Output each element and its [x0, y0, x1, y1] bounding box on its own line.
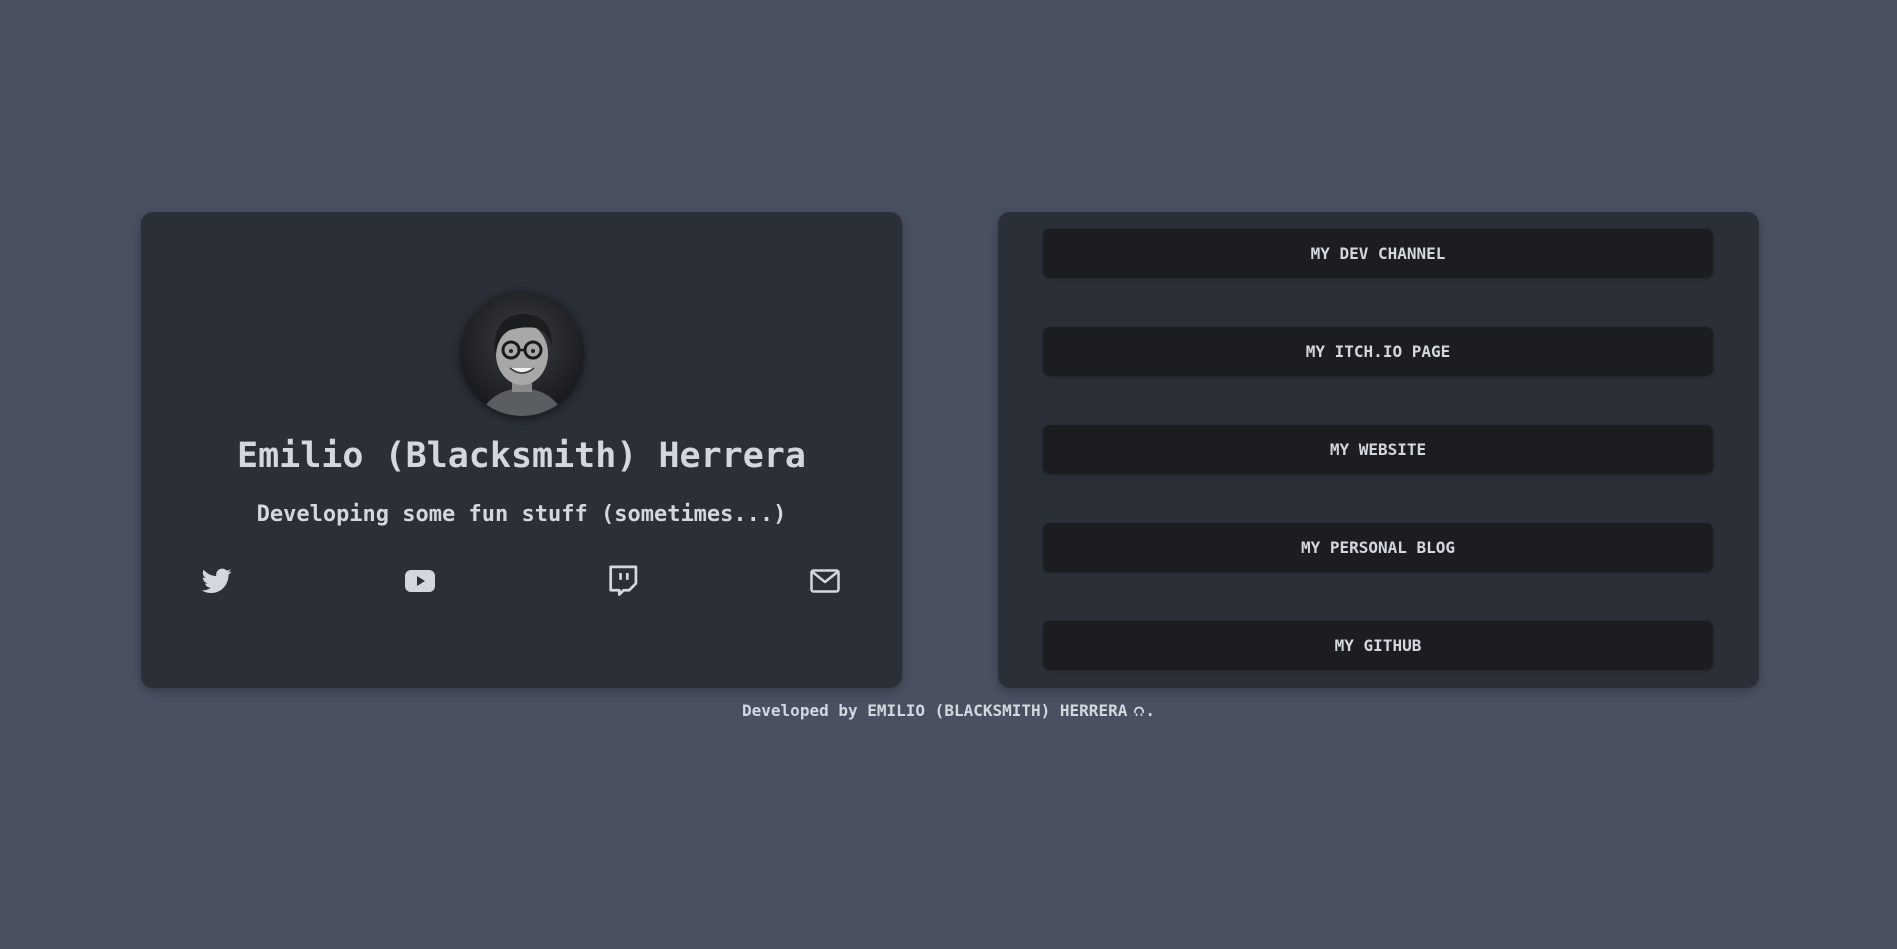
footer: Developed by EMILIO (BLACKSMITH) HERRERA…	[0, 701, 1897, 720]
footer-prefix: Developed by	[742, 701, 858, 720]
github-icon	[1133, 702, 1145, 716]
itchio-page-button[interactable]: MY ITCH.IO PAGE	[1043, 327, 1713, 376]
profile-tagline: Developing some fun stuff (sometimes...)	[256, 502, 787, 527]
github-button[interactable]: MY GITHUB	[1043, 621, 1713, 670]
avatar	[460, 292, 584, 416]
footer-suffix: .	[1145, 701, 1155, 720]
twitter-icon[interactable]	[200, 564, 234, 598]
dev-channel-button[interactable]: MY DEV CHANNEL	[1043, 229, 1713, 278]
youtube-icon[interactable]	[403, 564, 437, 598]
links-card: MY DEV CHANNEL MY ITCH.IO PAGE MY WEBSIT…	[998, 212, 1759, 688]
footer-author-link[interactable]: EMILIO (BLACKSMITH) HERRERA	[867, 701, 1127, 720]
profile-card: Emilio (Blacksmith) Herrera Developing s…	[141, 212, 902, 688]
website-button[interactable]: MY WEBSITE	[1043, 425, 1713, 474]
mail-icon[interactable]	[808, 564, 842, 598]
profile-name: Emilio (Blacksmith) Herrera	[237, 436, 806, 476]
twitch-icon[interactable]	[606, 564, 640, 598]
personal-blog-button[interactable]: MY PERSONAL BLOG	[1043, 523, 1713, 572]
